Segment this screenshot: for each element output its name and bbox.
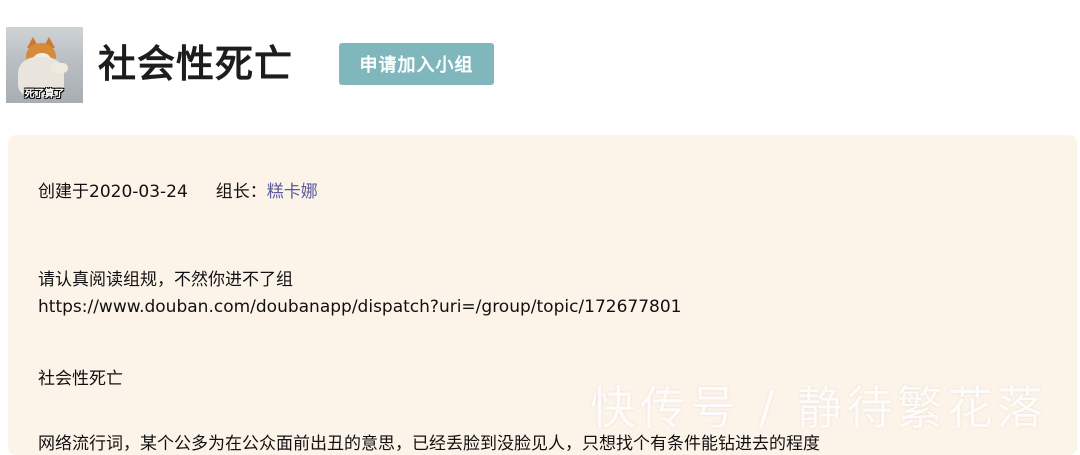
avatar-caption: 死了算了 <box>24 89 65 100</box>
group-title: 社会性死亡 <box>98 42 294 86</box>
created-date: 创建于2020-03-24 <box>38 182 188 202</box>
rules-link[interactable]: https://www.douban.com/doubanapp/dispatc… <box>38 297 682 317</box>
leader-link[interactable]: 糕卡娜 <box>267 182 318 202</box>
leader-label: 组长： <box>215 182 267 202</box>
group-avatar[interactable]: 死了算了 <box>6 27 83 103</box>
group-meta: 创建于2020-03-24 组长：糕卡娜 <box>38 177 318 202</box>
cat-paw <box>50 63 68 73</box>
rules-notice: 请认真阅读组规，不然你进不了组 <box>38 270 293 290</box>
description-heading: 社会性死亡 <box>38 369 123 389</box>
join-group-button[interactable]: 申请加入小组 <box>339 43 494 85</box>
watermark: 快传号 / 静待繁花落 <box>590 381 1047 435</box>
